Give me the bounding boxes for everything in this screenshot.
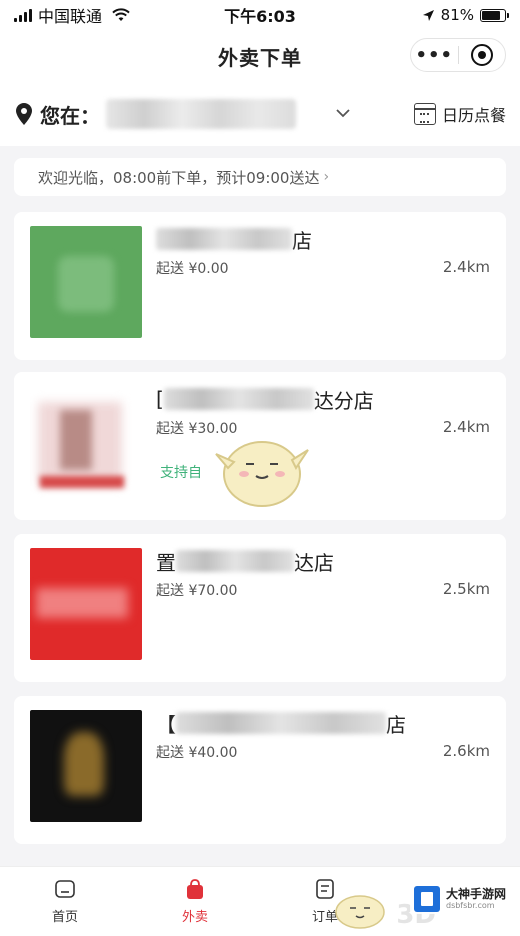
watermark-cube-icon <box>413 886 440 912</box>
store-name-suffix: 店 <box>386 712 406 737</box>
mascot-sticker <box>215 441 309 507</box>
battery-icon <box>480 8 509 22</box>
store-thumbnail <box>30 226 142 338</box>
store-name-prefix: 【 <box>156 712 176 737</box>
calendar-order-label: 日历点餐 <box>441 106 506 125</box>
target-icon <box>470 44 493 66</box>
tab-home[interactable]: 首页 <box>0 867 130 936</box>
status-right: 81% <box>336 6 509 24</box>
carrier-name: 中国联通 <box>38 7 103 26</box>
store-thumbnail <box>30 386 142 498</box>
status-bar: 中国联通 下午6:03 81% <box>0 0 520 30</box>
store-name-suffix: 店 <box>292 228 312 253</box>
store-distance: 2.5km <box>442 580 490 598</box>
location-pin-icon <box>14 102 34 126</box>
location-label: 您在： <box>40 103 100 128</box>
store-distance: 2.6km <box>442 742 490 760</box>
store-thumbnail <box>30 548 142 660</box>
delivery-notice-text: 欢迎光临，08:00前下单，预计09:00送达 <box>38 168 320 187</box>
location-bar: 您在： 日历点餐 <box>0 82 520 146</box>
wifi-icon <box>112 8 130 21</box>
watermark-name: 大神手游网 <box>445 886 506 901</box>
address-value-blurred[interactable] <box>106 99 296 129</box>
calendar-icon <box>413 103 436 125</box>
store-name: 【 店 <box>156 708 406 738</box>
more-dots-icon[interactable]: ••• <box>411 45 458 66</box>
store-name-blurred <box>176 550 294 572</box>
mascot-small-sticker <box>335 895 385 929</box>
store-thumbnail <box>30 710 142 822</box>
site-watermark: 大神手游网 dsbfsbr.com <box>409 884 510 914</box>
store-card[interactable]: 【 店 起送 ¥40.00 2.6km <box>14 696 506 844</box>
store-distance: 2.4km <box>442 258 490 276</box>
store-name-suffix: 达店 <box>294 550 334 575</box>
page-title: 外卖下单 <box>218 45 302 70</box>
store-name-blurred <box>156 228 292 250</box>
location-arrow-icon <box>422 9 434 21</box>
min-order: 起送 ¥40.00 <box>156 745 238 761</box>
min-order: 起送 ¥70.00 <box>156 583 238 599</box>
takeout-bag-icon <box>187 879 203 899</box>
battery-percent: 81% <box>440 6 474 24</box>
store-name-blurred <box>163 388 314 410</box>
store-name-prefix: [ <box>156 387 164 411</box>
calendar-order-button[interactable]: 日历点餐 <box>413 102 506 126</box>
store-name-prefix: 置 <box>156 550 176 575</box>
tab-takeout-label: 外卖 <box>181 910 208 925</box>
tab-home-label: 首页 <box>51 910 78 925</box>
store-distance: 2.4km <box>442 418 490 436</box>
chevron-down-icon[interactable] <box>336 106 350 122</box>
pickup-tag: 支持自 <box>160 465 202 481</box>
delivery-notice[interactable]: 欢迎光临，08:00前下单，预计09:00送达 › <box>14 158 506 196</box>
signal-icon <box>14 8 32 22</box>
close-mini-program-button[interactable] <box>459 44 506 66</box>
status-left: 中国联通 <box>14 3 184 27</box>
store-name: 置 达店 <box>156 546 334 576</box>
status-time: 下午6:03 <box>224 7 296 26</box>
watermark-url: dsbfsbr.com <box>445 901 495 911</box>
home-icon <box>55 880 75 898</box>
store-name-suffix: 达分店 <box>313 388 374 413</box>
store-name-blurred <box>176 712 386 734</box>
chevron-right-icon: › <box>323 169 330 185</box>
store-name: 店 <box>156 224 312 254</box>
store-name: [ 达分店 <box>156 384 374 414</box>
nav-bar: 外卖下单 ••• <box>0 30 520 82</box>
min-order: 起送 ¥0.00 <box>156 261 229 277</box>
store-card[interactable]: 店 起送 ¥0.00 2.4km <box>14 212 506 360</box>
store-card[interactable]: 置 达店 起送 ¥70.00 2.5km <box>14 534 506 682</box>
tab-takeout[interactable]: 外卖 <box>130 867 260 936</box>
mini-program-capsule: ••• <box>410 38 506 72</box>
